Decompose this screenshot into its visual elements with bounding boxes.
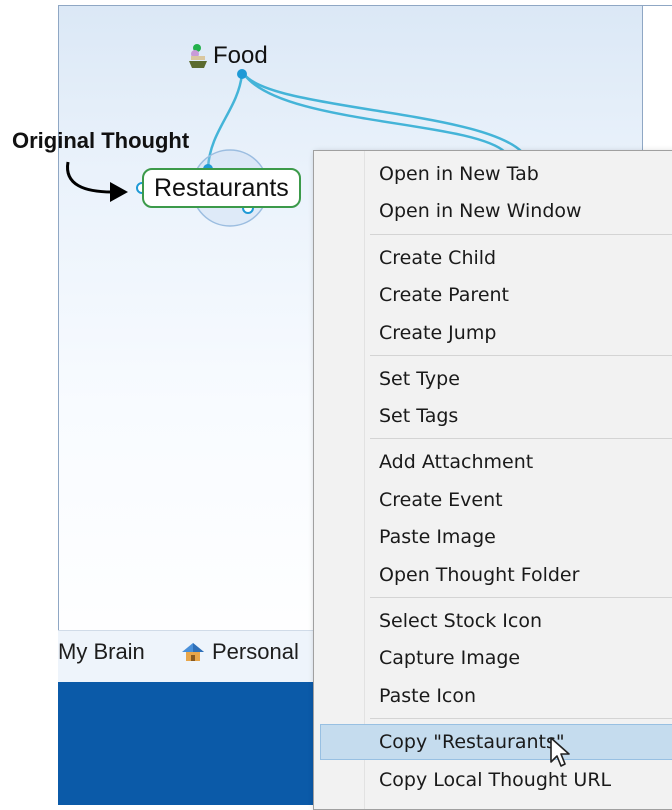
menu-item-add-attachment[interactable]: Add Attachment	[314, 444, 672, 480]
menu-separator	[370, 355, 672, 356]
menu-item-label: Set Type	[379, 368, 460, 390]
thought-food[interactable]: Food	[213, 42, 268, 70]
menu-item-label: Create Parent	[379, 284, 509, 306]
thought-restaurants[interactable]: Restaurants	[142, 168, 301, 208]
thought-context-menu: Open in New Tab Open in New Window Creat…	[313, 150, 672, 810]
menu-item-paste-image[interactable]: Paste Image	[314, 519, 672, 555]
mouse-pointer-icon	[550, 737, 570, 767]
tab-my-brain-label: My Brain	[58, 639, 145, 664]
brain-app-window: Original Thought Food Restaurants My Bra…	[0, 0, 672, 810]
menu-item-label: Add Attachment	[379, 451, 534, 473]
menu-item-create-event[interactable]: Create Event	[314, 482, 672, 518]
menu-item-paste-icon[interactable]: Paste Icon	[314, 678, 672, 714]
menu-item-label: Set Tags	[379, 405, 459, 427]
menu-item-label: Open in New Window	[379, 200, 582, 222]
menu-item-set-tags[interactable]: Set Tags	[314, 398, 672, 434]
home-icon	[182, 643, 204, 661]
tab-personal[interactable]: Personal	[180, 632, 299, 672]
menu-item-copy-local-thought-url[interactable]: Copy Local Thought URL	[314, 762, 672, 798]
menu-item-open-new-window[interactable]: Open in New Window	[314, 193, 672, 229]
menu-item-copy-thought-name[interactable]: Copy "Restaurants"	[320, 724, 672, 760]
menu-item-label: Paste Icon	[379, 685, 477, 707]
menu-item-open-thought-folder[interactable]: Open Thought Folder	[314, 557, 672, 593]
menu-separator	[370, 234, 672, 235]
menu-item-label: Capture Image	[379, 647, 521, 669]
menu-item-label: Create Child	[379, 247, 497, 269]
menu-separator	[370, 718, 672, 719]
annotation-label: Original Thought	[12, 128, 190, 153]
menu-item-capture-image[interactable]: Capture Image	[314, 640, 672, 676]
menu-separator	[370, 597, 672, 598]
menu-item-create-parent[interactable]: Create Parent	[314, 277, 672, 313]
menu-item-label: Copy Local Thought URL	[379, 769, 612, 791]
menu-item-label: Select Stock Icon	[379, 610, 542, 632]
food-bowl-icon	[189, 44, 207, 68]
tab-my-brain[interactable]: My Brain	[58, 632, 145, 672]
menu-item-create-child[interactable]: Create Child	[314, 240, 672, 276]
menu-item-label: Create Jump	[379, 322, 497, 344]
menu-item-set-type[interactable]: Set Type	[314, 361, 672, 397]
menu-item-label: Paste Image	[379, 526, 496, 548]
menu-item-label: Open Thought Folder	[379, 564, 580, 586]
menu-item-label: Create Event	[379, 489, 503, 511]
menu-item-label: Copy "Restaurants"	[379, 731, 565, 753]
thought-restaurants-label: Restaurants	[154, 173, 289, 202]
menu-item-open-new-tab[interactable]: Open in New Tab	[314, 156, 672, 192]
menu-separator	[370, 438, 672, 439]
menu-item-select-stock-icon[interactable]: Select Stock Icon	[314, 603, 672, 639]
menu-item-create-jump[interactable]: Create Jump	[314, 315, 672, 351]
menu-item-label: Open in New Tab	[379, 163, 539, 185]
tab-personal-label: Personal	[212, 639, 299, 664]
